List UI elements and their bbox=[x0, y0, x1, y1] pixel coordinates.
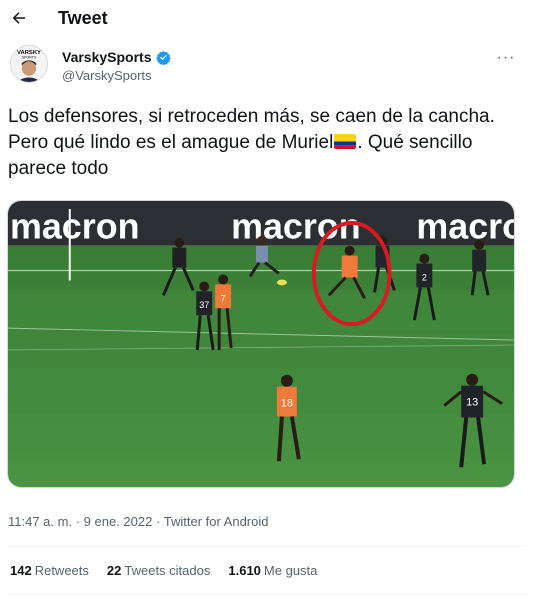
quotes-label: Tweets citados bbox=[124, 563, 211, 578]
retweets-count: 142 bbox=[10, 563, 32, 578]
jersey-number-37: 37 bbox=[199, 300, 209, 310]
jersey-number-2: 2 bbox=[422, 272, 427, 282]
author-name-text: VarskySports bbox=[62, 49, 152, 65]
ball bbox=[276, 279, 287, 286]
banner-ad-text-3: macro bbox=[416, 207, 514, 247]
retweets-label: Retweets bbox=[34, 563, 89, 578]
more-dots-icon: ··· bbox=[496, 49, 516, 66]
likes-stat[interactable]: 1.610 Me gusta bbox=[228, 563, 317, 578]
jersey-number-7: 7 bbox=[221, 293, 226, 303]
quotes-count: 22 bbox=[106, 563, 122, 578]
back-arrow-icon bbox=[12, 12, 25, 24]
meta-separator: · bbox=[155, 514, 161, 529]
verified-badge-icon bbox=[155, 50, 171, 65]
tweet-source[interactable]: Twitter for Android bbox=[164, 514, 269, 529]
author-avatar[interactable]: VARSKY SPORTS bbox=[10, 45, 48, 83]
jersey-number-18: 18 bbox=[281, 398, 293, 410]
more-options-button[interactable]: ··· bbox=[494, 49, 518, 67]
retweets-stat[interactable]: 142 Retweets bbox=[10, 563, 89, 578]
colombia-flag-icon bbox=[334, 134, 357, 149]
back-button[interactable] bbox=[8, 6, 30, 30]
tweet-meta: 11:47 a. m. · 9 ene. 2022 · Twitter for … bbox=[8, 514, 269, 529]
tweet-stats: 142 Retweets 22 Tweets citados 1.610 Me gus… bbox=[10, 563, 317, 578]
likes-count: 1.610 bbox=[228, 563, 261, 578]
page-title: Tweet bbox=[58, 8, 108, 28]
football-match-image: macron macron macro 37 7 2 18 13 bbox=[8, 201, 514, 487]
avatar-image: VARSKY SPORTS bbox=[11, 46, 47, 82]
jersey-number-13: 13 bbox=[466, 397, 478, 409]
likes-label: Me gusta bbox=[263, 563, 318, 578]
header-bar: Tweet bbox=[0, 0, 534, 38]
tweet-text: Los defensores, si retroceden más, se ca… bbox=[8, 104, 526, 182]
divider bbox=[8, 594, 526, 595]
author-name[interactable]: VarskySports bbox=[62, 49, 171, 65]
tweet-date[interactable]: 9 ene. 2022 bbox=[84, 514, 153, 529]
tweet-time[interactable]: 11:47 a. m. bbox=[8, 514, 72, 529]
divider bbox=[8, 546, 526, 547]
author-handle[interactable]: @VarskySports bbox=[62, 68, 152, 83]
tweet-media-image[interactable]: macron macron macro 37 7 2 18 13 bbox=[7, 200, 515, 488]
banner-ad-text-1: macron bbox=[10, 207, 140, 247]
avatar-logo-subtext: SPORTS bbox=[22, 56, 37, 60]
meta-separator: · bbox=[75, 514, 81, 529]
quotes-stat[interactable]: 22 Tweets citados bbox=[107, 563, 210, 578]
